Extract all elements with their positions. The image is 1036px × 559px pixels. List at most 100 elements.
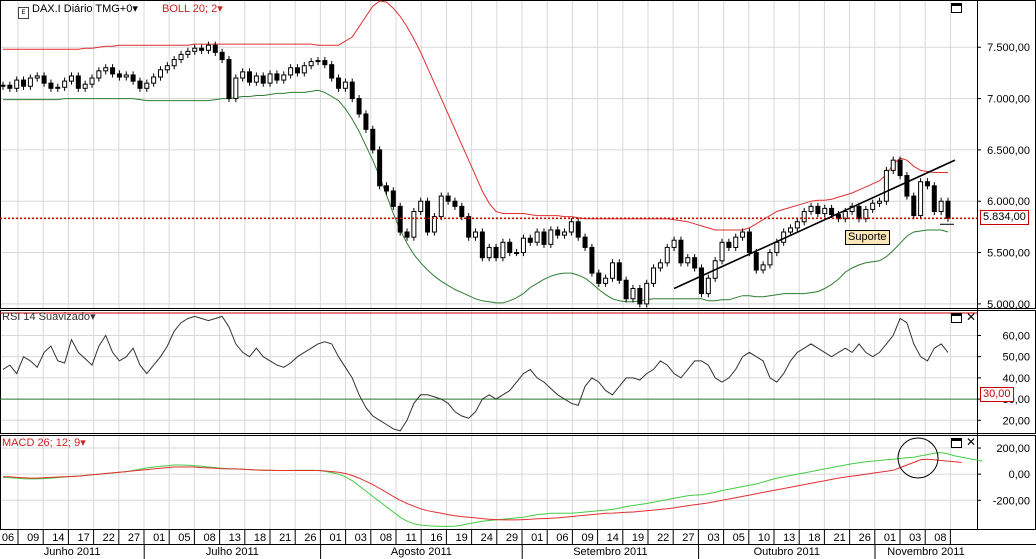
x-day-label: 29 xyxy=(506,532,518,544)
candle-body-down xyxy=(507,241,513,254)
candle xyxy=(609,259,615,282)
candle xyxy=(815,202,821,218)
x-day-label: 18 xyxy=(254,532,266,544)
symbol-header[interactable]: E DAX.I Diário TMG+0▾ xyxy=(18,3,138,19)
rsi-close-icon[interactable]: ✕ xyxy=(966,311,976,323)
candle-body-down xyxy=(911,195,917,217)
macd-label: MACD 26; 12; 9 xyxy=(2,437,81,449)
candle xyxy=(322,56,328,69)
candle xyxy=(137,77,143,92)
candle-body-up xyxy=(534,231,540,243)
x-day-label: 17 xyxy=(77,532,89,544)
rsi-header[interactable]: RSI 14 Suavizado▾ xyxy=(2,311,96,324)
macd-dropdown-icon[interactable]: ▾ xyxy=(80,437,86,449)
candle-body-up xyxy=(473,231,478,238)
candle-body-up xyxy=(205,44,211,51)
rsi-maximize-button[interactable] xyxy=(951,313,962,323)
candle xyxy=(801,207,807,226)
candle xyxy=(726,238,732,252)
candle xyxy=(301,62,307,77)
candle-body-up xyxy=(151,76,157,84)
boll-header[interactable]: BOLL 20; 2▾ xyxy=(162,3,223,16)
candle-body-down xyxy=(856,205,862,220)
candle xyxy=(411,207,417,241)
candle-body-up xyxy=(55,86,61,89)
candle xyxy=(705,274,711,298)
candle-body-up xyxy=(500,241,506,259)
candle xyxy=(0,81,6,90)
candle xyxy=(657,259,663,272)
x-day-label: 08 xyxy=(934,532,946,544)
macd-maximize-button[interactable] xyxy=(951,438,962,448)
candle xyxy=(644,279,650,308)
candle xyxy=(541,228,547,248)
candle xyxy=(651,264,657,287)
price-y-tick-label: 7.500,00 xyxy=(987,42,1030,54)
candle-body-up xyxy=(103,67,109,72)
rsi-dropdown-icon[interactable]: ▾ xyxy=(90,311,96,323)
candle-body-down xyxy=(582,236,588,248)
candle xyxy=(904,171,910,200)
macd-frame xyxy=(0,435,1036,530)
candle xyxy=(130,71,136,85)
candle-body-up xyxy=(890,159,896,171)
x-month-label: Novembro 2011 xyxy=(887,546,964,558)
support-label: Suporte xyxy=(845,230,890,245)
candle xyxy=(185,47,191,59)
price-maximize-button[interactable] xyxy=(951,3,962,13)
candle xyxy=(500,238,506,262)
candle-body-down xyxy=(212,44,218,53)
candle xyxy=(178,50,184,64)
candle xyxy=(356,94,362,118)
boll-upper-line xyxy=(3,0,948,231)
boll-dropdown-icon[interactable]: ▾ xyxy=(217,3,223,15)
macd-close-icon[interactable]: ✕ xyxy=(966,436,976,448)
candle-body-down xyxy=(829,207,835,216)
symbol-dropdown-icon[interactable]: ▾ xyxy=(132,3,138,15)
macd-header[interactable]: MACD 26; 12; 9▾ xyxy=(2,437,86,450)
candle-body-down xyxy=(322,60,328,66)
candle xyxy=(671,236,677,252)
candle-body-up xyxy=(883,169,889,202)
candle-body-up xyxy=(411,210,417,238)
candle-body-down xyxy=(130,74,136,82)
candle-body-up xyxy=(308,61,314,67)
candle xyxy=(924,178,930,190)
candle xyxy=(404,228,410,241)
candle-body-up xyxy=(288,67,294,76)
x-day-label: 06 xyxy=(556,532,568,544)
x-day-label: 16 xyxy=(430,532,442,544)
candle-body-up xyxy=(233,77,239,100)
candle-body-down xyxy=(815,205,821,215)
candle xyxy=(911,192,917,220)
candle xyxy=(473,228,478,241)
x-day-label: 14 xyxy=(52,532,64,544)
candle-body-up xyxy=(14,79,20,89)
candle-body-down xyxy=(493,246,499,259)
x-day-label: 05 xyxy=(178,532,190,544)
candle xyxy=(630,284,636,303)
candle xyxy=(822,204,828,218)
candle-body-down xyxy=(336,77,342,89)
candle-body-down xyxy=(698,267,704,295)
candle xyxy=(760,261,766,274)
candle xyxy=(68,72,74,85)
x-day-label: 01 xyxy=(153,532,165,544)
candle-body-up xyxy=(240,71,246,79)
candle-body-up xyxy=(171,59,177,67)
candle-body-up xyxy=(123,74,129,78)
x-day-label: 08 xyxy=(203,532,215,544)
rsi-line xyxy=(2,315,949,432)
candle-body-up xyxy=(144,82,150,89)
candle-body-up xyxy=(794,221,800,229)
candle-body-up xyxy=(96,70,102,79)
candle-body-down xyxy=(931,185,937,212)
candle-body-down xyxy=(466,216,472,238)
candle-body-down xyxy=(637,287,643,305)
candle-body-down xyxy=(924,181,930,187)
x-day-label: 24 xyxy=(481,532,493,544)
candle xyxy=(863,205,869,223)
candle-body-up xyxy=(774,241,780,254)
x-month-label: Setembro 2011 xyxy=(573,546,647,558)
candle-body-up xyxy=(27,77,33,87)
